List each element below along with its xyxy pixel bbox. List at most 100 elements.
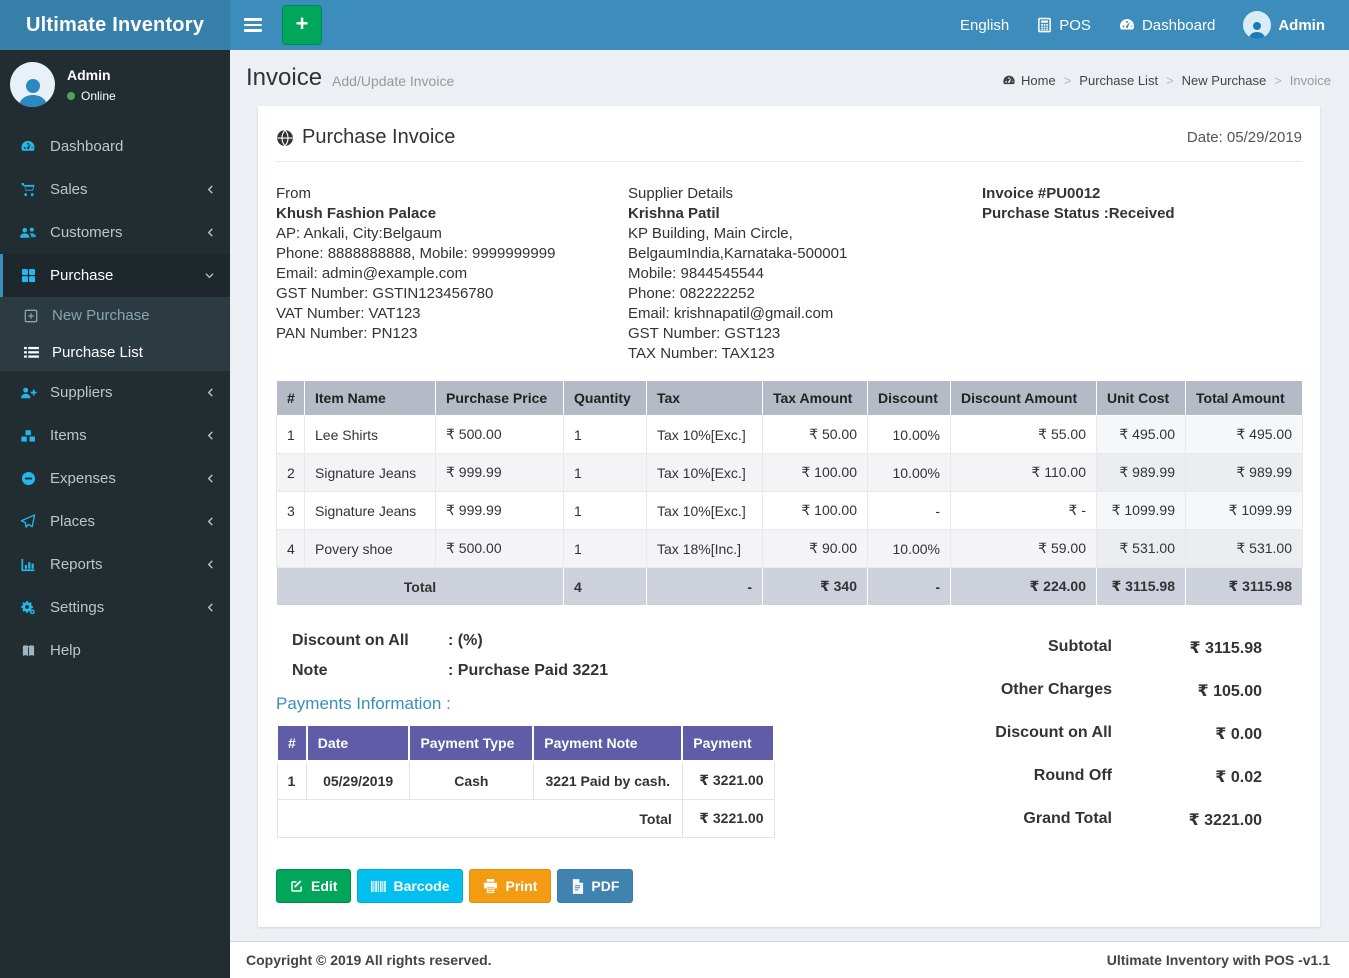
item-tax-amount: ₹ 100.00 (762, 491, 868, 530)
payment-type: Cash (408, 760, 534, 800)
item-purchase-price: ₹ 999.99 (435, 453, 564, 492)
globe-icon (276, 129, 294, 147)
plus-square-icon (22, 309, 40, 323)
sidebar-user-panel: Admin Online (0, 50, 230, 121)
item-row: 3 Signature Jeans ₹ 999.99 1 Tax 10%[Exc… (276, 491, 1303, 530)
footer: Copyright © 2019 All rights reserved. Ul… (230, 941, 1349, 978)
pdf-button[interactable]: PDF (557, 869, 634, 903)
brand-logo[interactable]: Ultimate Inventory (0, 0, 230, 50)
payment-amount: ₹ 3221.00 (681, 760, 775, 800)
items-header-cell: # (276, 380, 305, 416)
payments-table: # Date Payment Type Payment Note Payment 1 0… (276, 724, 775, 838)
edit-icon (290, 879, 304, 893)
note-row: Note : Purchase Paid 3221 (276, 662, 792, 680)
sidebar-item-settings[interactable]: Settings (0, 586, 230, 629)
grid-icon (18, 268, 38, 283)
user-name-label: Admin (1278, 16, 1325, 34)
chevron-left-icon (206, 473, 215, 484)
breadcrumb: Home > Purchase List > New Purchase > In… (1002, 69, 1331, 88)
item-unit-cost: ₹ 989.99 (1096, 453, 1186, 492)
sidebar-item-help[interactable]: Help (0, 629, 230, 672)
item-discount-amount: ₹ - (950, 491, 1097, 530)
items-header-row: # Item Name Purchase Price Quantity Tax Tax A… (276, 380, 1303, 416)
chevron-left-icon (206, 387, 215, 398)
bar-chart-icon (18, 558, 38, 572)
sidebar-item-reports[interactable]: Reports (0, 543, 230, 586)
note-label: Note (292, 662, 328, 679)
purchase-submenu: New Purchase Purchase List (0, 297, 230, 371)
supplier-line: GST Number: GST123 (628, 325, 781, 342)
print-button[interactable]: Print (469, 869, 552, 903)
item-total-amount: ₹ 495.00 (1185, 415, 1303, 454)
invoice-title-text: Purchase Invoice (302, 126, 456, 148)
item-discount-amount: ₹ 59.00 (950, 529, 1097, 568)
payments-header-cell: Payment Type (408, 724, 535, 762)
sidebar-avatar (10, 62, 55, 107)
sidebar-item-purchase-list[interactable]: Purchase List (0, 334, 230, 371)
sidebar-user-status[interactable]: Online (67, 89, 116, 103)
invoice-card: Purchase Invoice Date: 05/29/2019 From K… (258, 106, 1320, 927)
total-label: Total (276, 567, 564, 606)
item-discount: 10.00% (867, 415, 951, 454)
supplier-name: Krishna Patil (628, 205, 720, 222)
edit-button[interactable]: Edit (276, 869, 352, 903)
page-subtitle: Add/Update Invoice (332, 73, 455, 89)
dashboard-link[interactable]: Dashboard (1105, 0, 1229, 50)
supplier-line: Email: krishnapatil@gmail.com (628, 305, 834, 322)
item-purchase-price: ₹ 500.00 (435, 415, 564, 454)
sidebar-item-customers[interactable]: Customers (0, 211, 230, 254)
items-header-cell: Total Amount (1185, 380, 1303, 416)
sidebar-item-label: Settings (50, 599, 105, 616)
from-block: From Khush Fashion Palace AP: Ankali, Ci… (276, 184, 628, 364)
sidebar: Admin Online Dashboard Sales Customers P… (0, 50, 230, 978)
sidebar-item-label: Purchase (50, 267, 114, 284)
item-index: 3 (276, 491, 305, 530)
from-line: Phone: 8888888888, Mobile: 9999999999 (276, 245, 556, 262)
summary-value: ₹ 3221.00 (1188, 812, 1262, 829)
breadcrumb-purchase-list[interactable]: Purchase List (1079, 73, 1158, 88)
sidebar-item-places[interactable]: Places (0, 500, 230, 543)
footer-copyright: Copyright © 2019 All rights reserved. (246, 952, 492, 968)
sidebar-item-sales[interactable]: Sales (0, 168, 230, 211)
language-menu[interactable]: English (946, 0, 1023, 50)
payments-total-value: ₹ 3221.00 (681, 799, 775, 838)
sidebar-item-items[interactable]: Items (0, 414, 230, 457)
invoice-card-title: Purchase Invoice (276, 126, 455, 149)
breadcrumb-home[interactable]: Home (1002, 73, 1056, 88)
quick-add-button[interactable]: + (282, 5, 322, 45)
sidebar-item-label: Reports (50, 556, 103, 573)
items-header-cell: Unit Cost (1096, 380, 1186, 416)
sidebar-item-expenses[interactable]: Expenses (0, 457, 230, 500)
sidebar-toggle-button[interactable] (230, 0, 276, 50)
main-content: Invoice Add/Update Invoice Home > Purcha… (230, 50, 1349, 978)
sidebar-item-dashboard[interactable]: Dashboard (0, 125, 230, 168)
sidebar-item-label: Items (50, 427, 87, 444)
item-unit-cost: ₹ 495.00 (1096, 415, 1186, 454)
summary-row: Grand Total ₹ 3221.00 (910, 810, 1262, 830)
discount-on-all-label: Discount on All (292, 632, 409, 649)
sidebar-item-label: Customers (50, 224, 123, 241)
items-table-foot: Total 4 - ₹ 340 - ₹ 224.00 ₹ 3115.98 ₹ 3… (276, 567, 1303, 606)
invoice-items-table: # Item Name Purchase Price Quantity Tax Tax A… (276, 380, 1303, 606)
payment-note: 3221 Paid by cash. (532, 760, 683, 800)
breadcrumb-new-purchase[interactable]: New Purchase (1182, 73, 1267, 88)
summary-value: ₹ 0.00 (1215, 726, 1262, 743)
navbar-right: English POS Dashboard Admin (946, 0, 1349, 50)
sidebar-user-name: Admin (67, 66, 111, 83)
barcode-button[interactable]: Barcode (357, 869, 464, 903)
breadcrumb-separator: > (1166, 72, 1174, 88)
chevron-left-icon (206, 559, 215, 570)
sidebar-item-purchase[interactable]: Purchase (0, 254, 230, 297)
sidebar-item-label: Help (50, 642, 81, 659)
user-menu[interactable]: Admin (1229, 0, 1339, 50)
pos-link[interactable]: POS (1023, 0, 1105, 50)
paper-plane-icon (18, 514, 38, 529)
invoice-meta-block: Invoice #PU0012 Purchase Status :Receive… (982, 184, 1302, 364)
item-tax: Tax 10%[Exc.] (646, 415, 763, 454)
sidebar-item-new-purchase[interactable]: New Purchase (0, 297, 230, 334)
footer-version: Ultimate Inventory with POS -v1.1 (1106, 952, 1330, 968)
sidebar-item-suppliers[interactable]: Suppliers (0, 371, 230, 414)
sidebar-item-label: Suppliers (50, 384, 113, 401)
total-tax-amount: ₹ 340 (762, 567, 868, 606)
item-discount-amount: ₹ 55.00 (950, 415, 1097, 454)
